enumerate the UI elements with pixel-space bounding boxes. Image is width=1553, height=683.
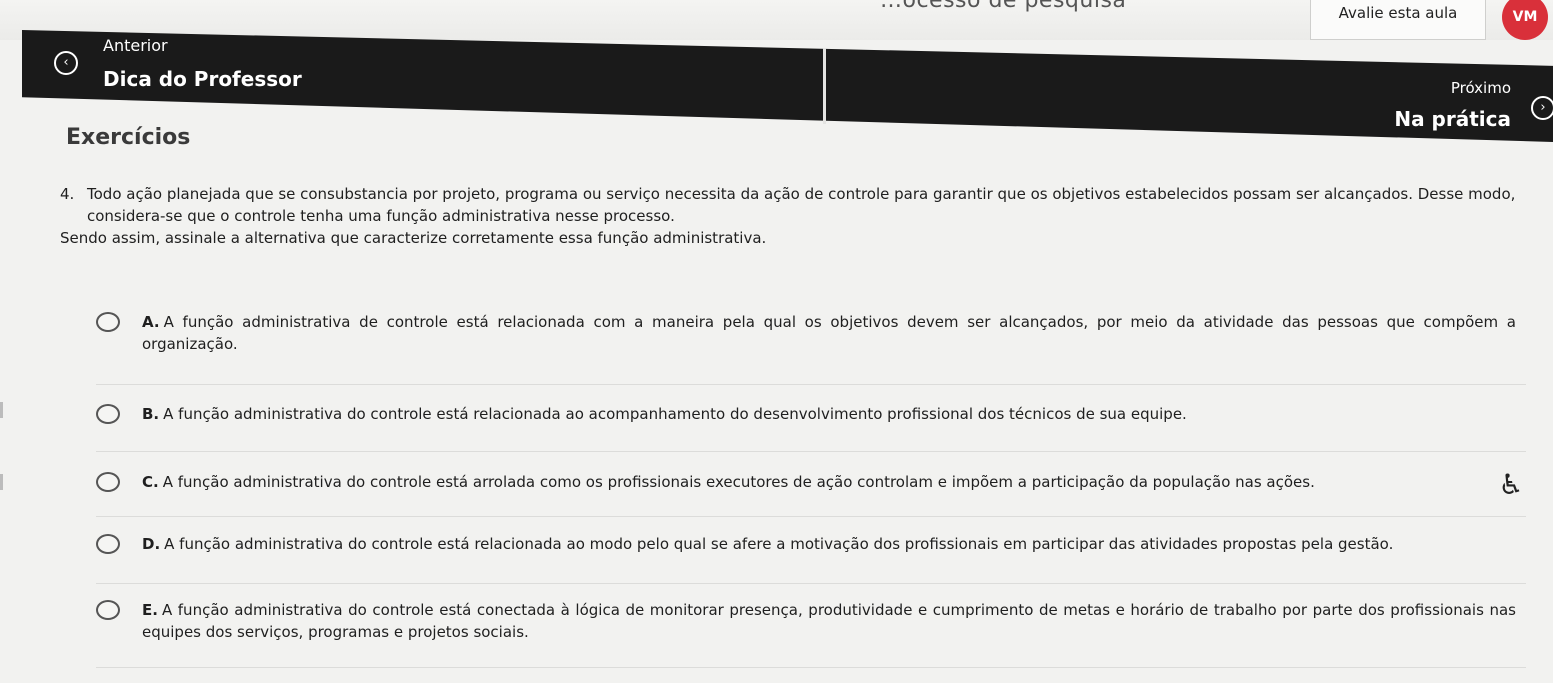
option-separator bbox=[96, 451, 1526, 452]
option-text: A função administrativa do controle está… bbox=[164, 535, 1394, 553]
radio-button[interactable] bbox=[96, 312, 120, 332]
accessibility-icon[interactable]: ♿ bbox=[1494, 465, 1528, 505]
option-letter: C. bbox=[142, 473, 159, 491]
page: …ocesso de pesquisa Avalie esta aula VM … bbox=[0, 0, 1553, 683]
option-letter: D. bbox=[142, 535, 161, 553]
avatar[interactable]: VM bbox=[1502, 0, 1548, 40]
option-text: A função administrativa de controle está… bbox=[142, 313, 1516, 353]
question: 4. Todo ação planejada que se consubstan… bbox=[60, 183, 1540, 249]
edge-mark bbox=[0, 474, 3, 490]
edge-mark bbox=[0, 402, 3, 418]
option-separator bbox=[96, 667, 1526, 668]
top-strip: …ocesso de pesquisa Avalie esta aula VM bbox=[0, 0, 1553, 40]
chevron-right-circle-icon[interactable]: › bbox=[1531, 96, 1553, 120]
option-b[interactable]: B. A função administrativa do controle es… bbox=[96, 403, 1516, 425]
previous-lesson-link[interactable]: Dica do Professor bbox=[103, 67, 302, 91]
option-a[interactable]: A. A função administrativa de controle es… bbox=[96, 311, 1516, 355]
option-letter: A. bbox=[142, 313, 160, 331]
next-label[interactable]: Próximo bbox=[1451, 79, 1511, 97]
chevron-left-circle-icon[interactable]: ‹ bbox=[54, 51, 78, 75]
radio-button[interactable] bbox=[96, 600, 120, 620]
option-letter: B. bbox=[142, 405, 160, 423]
option-text: A função administrativa do controle está… bbox=[142, 601, 1516, 641]
radio-button[interactable] bbox=[96, 472, 120, 492]
option-d[interactable]: D. A função administrativa do controle es… bbox=[96, 533, 1516, 555]
option-e[interactable]: E. A função administrativa do controle es… bbox=[96, 599, 1516, 643]
previous-label[interactable]: Anterior bbox=[103, 36, 168, 55]
question-instruction: Sendo assim, assinale a alternativa que … bbox=[60, 229, 767, 247]
section-title: Exercícios bbox=[66, 125, 191, 150]
option-separator bbox=[96, 583, 1526, 584]
option-text: A função administrativa do controle está… bbox=[163, 405, 1187, 423]
question-number: 4. bbox=[60, 185, 75, 203]
option-separator bbox=[96, 384, 1526, 385]
option-c[interactable]: C. A função administrativa do controle es… bbox=[96, 471, 1516, 493]
question-text: Todo ação planejada que se consubstancia… bbox=[87, 185, 1516, 225]
option-letter: E. bbox=[142, 601, 158, 619]
next-lesson-link[interactable]: Na prática bbox=[1394, 107, 1511, 131]
rate-lesson-button[interactable]: Avalie esta aula bbox=[1310, 0, 1486, 40]
nav-divider bbox=[823, 48, 826, 124]
radio-button[interactable] bbox=[96, 534, 120, 554]
radio-button[interactable] bbox=[96, 404, 120, 424]
option-separator bbox=[96, 516, 1526, 517]
option-text: A função administrativa do controle está… bbox=[162, 473, 1315, 491]
lesson-title-cut: …ocesso de pesquisa bbox=[880, 0, 1127, 13]
